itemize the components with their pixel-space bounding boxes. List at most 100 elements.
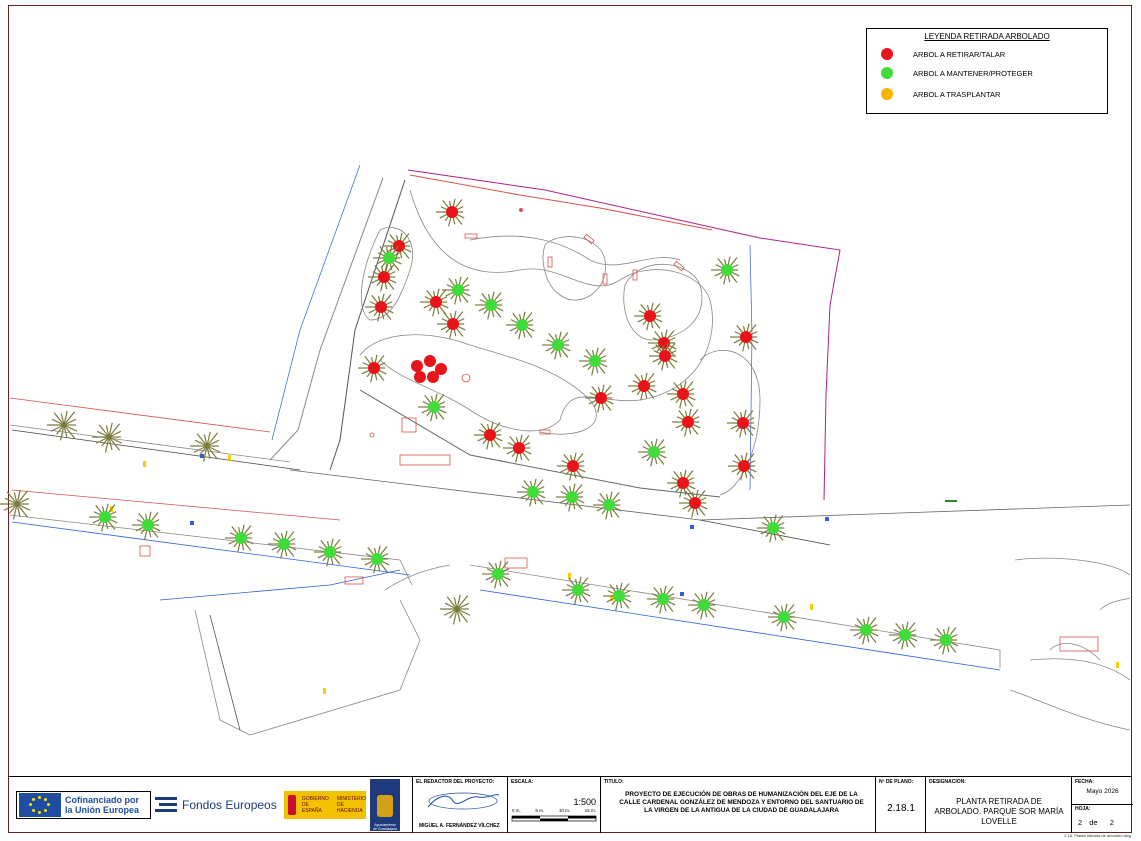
tree-keep-marker (235, 532, 247, 544)
legend-item-keep: ARBOL A MANTENER/PROTEGER (881, 66, 1033, 80)
orange-dot-icon (881, 88, 893, 100)
tree-keep-marker (492, 568, 504, 580)
hoja-de: de (1089, 818, 1098, 827)
redactor-name: MIGUEL A. FERNÁNDEZ VÍLCHEZ (419, 823, 500, 829)
signature-icon (427, 792, 500, 810)
tree-remove-marker (378, 271, 390, 283)
funds-logo: Fondos Europeos (153, 791, 281, 819)
plano-label: Nº DE PLANO: (879, 779, 914, 785)
tree-keep-marker (552, 339, 564, 351)
tree-remove-marker (424, 355, 436, 367)
fecha-value: Mayo 2026 (1086, 788, 1119, 795)
tree-keep-marker (721, 264, 733, 276)
tree-remove-marker (447, 318, 459, 330)
hoja-total: 2 (1109, 818, 1114, 827)
tree-keep-marker (767, 522, 779, 534)
file-reference: 2.18. Planta retirada de arbolado.dwg (1064, 833, 1131, 838)
scale-tick-3: 15 m. (584, 808, 596, 813)
titulo-label: TITULO: (604, 779, 624, 785)
trees-layer (0, 198, 959, 655)
tree-remove-marker (659, 350, 671, 362)
tree-keep-marker (452, 284, 464, 296)
escala-label: ESCALA: (511, 779, 534, 785)
eu-text-1: Cofinanciado por (65, 795, 139, 805)
gov-logo: GOBIERNO DE ESPAÑA MINISTERIO DE HACIEND… (284, 791, 366, 819)
gov-text-2: DE ESPAÑA (301, 802, 322, 814)
tree-remove-marker (677, 388, 689, 400)
tree-keep-marker (324, 546, 336, 558)
tree-canopy-icon (440, 594, 471, 625)
tree-remove-marker (484, 429, 496, 441)
eu-text-2: la Unión Europea (65, 805, 140, 815)
redactor-cell: EL REDACTOR DEL PROYECTO: MIGUEL A. FERN… (412, 777, 507, 833)
tree-remove-marker (567, 460, 579, 472)
tree-keep-marker (527, 486, 539, 498)
legend: LEYENDA RETIRADA ARBOLADO ARBOL A RETIRA… (866, 28, 1108, 114)
street-furniture (110, 208, 1119, 694)
legend-label-keep: ARBOL A MANTENER/PROTEGER (913, 68, 1033, 78)
tree-remove-marker (682, 416, 694, 428)
tree-remove-marker (513, 442, 525, 454)
red-dot-icon (881, 48, 893, 60)
tree-keep-marker (485, 299, 497, 311)
designacion-label: DESIGNACION: (929, 779, 966, 785)
title-block: Cofinanciado por la Unión Europea Fondos… (8, 776, 1133, 833)
hoja-label: HOJA: (1075, 806, 1091, 812)
site-plan (0, 164, 1131, 736)
plano-cell: Nº DE PLANO: 2.18.1 (875, 777, 925, 833)
tree-keep-marker (278, 538, 290, 550)
tree-keep-marker (860, 624, 872, 636)
tree-keep-marker (940, 634, 952, 646)
tree-remove-marker (430, 296, 442, 308)
tree-keep-marker (899, 629, 911, 641)
tree-keep-marker (99, 511, 111, 523)
legend-title: LEYENDA RETIRADA ARBOLADO (924, 32, 1050, 41)
redactor-label: EL REDACTOR DEL PROYECTO: (416, 779, 495, 785)
titulo-cell: TITULO: PROYECTO DE EJECUCIÓN DE OBRAS D… (600, 777, 875, 833)
sheet-designation: PLANTA RETIRADA DE ARBOLADO. PARQUE SOR … (934, 797, 1064, 826)
tree-keep-marker (383, 252, 395, 264)
tree-remove-marker (740, 331, 752, 343)
tree-canopy-icon (0, 489, 31, 520)
tree-keep-marker (698, 599, 710, 611)
legend-label-remove: ARBOL A RETIRAR/TALAR (913, 49, 1006, 59)
fecha-label: FECHA: (1075, 779, 1094, 785)
fecha-cell: FECHA: Mayo 2026 HOJA: 2 de 2 (1071, 777, 1133, 833)
tree-keep-marker (648, 446, 660, 458)
project-title: PROYECTO DE EJECUCIÓN DE OBRAS DE HUMANI… (619, 791, 864, 814)
scale-tick-2: 10 m. (558, 808, 571, 813)
tree-remove-marker (595, 392, 607, 404)
street-lines (9, 397, 1131, 736)
city-logo: Ayuntamiento de Guadalajara (370, 779, 400, 831)
funds-icon (155, 797, 177, 812)
designacion-cell: DESIGNACION: PLANTA RETIRADA DE ARBOLADO… (925, 777, 1071, 833)
tree-keep-marker (371, 553, 383, 565)
eu-logo: Cofinanciado por la Unión Europea (16, 791, 151, 819)
tree-remove-marker (737, 417, 749, 429)
tree-remove-marker (368, 362, 380, 374)
green-dot-icon (881, 67, 893, 79)
tree-keep-marker (516, 319, 528, 331)
tree-keep-marker (572, 584, 584, 596)
tree-remove-marker (638, 380, 650, 392)
tree-keep-marker (613, 590, 625, 602)
hoja-number: 2 (1078, 818, 1083, 827)
legend-item-transplant: ARBOL A TRASPLANTAR (881, 87, 1000, 101)
escala-cell: ESCALA: 1:500 0 m. 5 m. 10 m. 15 m. (507, 777, 600, 833)
tree-keep-marker (428, 401, 440, 413)
city-text-2: de Guadalajara (373, 827, 397, 831)
tree-remove-marker (689, 497, 701, 509)
tree-remove-marker (677, 477, 689, 489)
scale-tick-0: 0 m. (512, 808, 521, 813)
tree-remove-marker (446, 206, 458, 218)
tree-keep-marker (657, 593, 669, 605)
tree-remove-marker (427, 371, 439, 383)
legend-label-transplant: ARBOL A TRASPLANTAR (913, 89, 1001, 99)
spain-shield-icon (288, 795, 296, 815)
tree-keep-marker (778, 611, 790, 623)
tree-remove-marker (375, 301, 387, 313)
tree-keep-marker (603, 499, 615, 511)
plano-number: 2.18.1 (887, 803, 915, 814)
scale-value: 1:500 (573, 797, 596, 807)
tree-canopy-icon (47, 410, 78, 441)
